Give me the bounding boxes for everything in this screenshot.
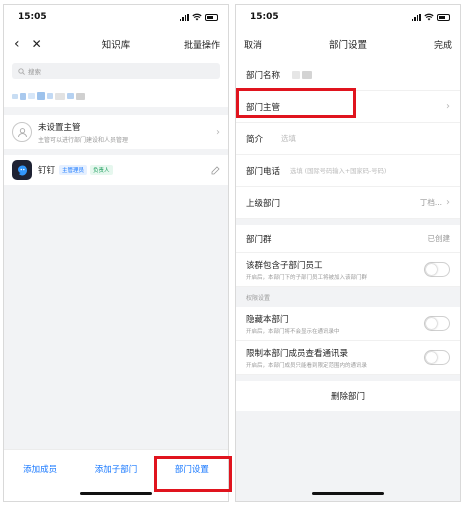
restrict-contacts-row: 限制本部门成员查看通讯录 开启后，本部门成员只能看到限定范围内的通讯录 xyxy=(236,341,460,375)
parent-dept-value: 丁档... xyxy=(419,198,442,207)
include-subdept-title: 该群包含子部门员工 xyxy=(246,260,323,271)
battery-icon xyxy=(205,13,218,21)
restrict-contacts-toggle[interactable] xyxy=(424,350,450,365)
status-bar: 15:05 xyxy=(236,5,460,29)
nav-bar: 取消 部门设置 完成 xyxy=(236,29,460,59)
breadcrumb xyxy=(4,85,228,107)
privacy-section-header: 权限设置 xyxy=(236,287,460,307)
intro-label: 简介 xyxy=(246,134,264,145)
person-icon xyxy=(17,127,27,137)
edit-icon[interactable] xyxy=(211,165,220,175)
home-indicator xyxy=(80,492,152,495)
include-subdept-desc: 开启后，本部门下的子部门员工将被加入该部门群 xyxy=(246,274,368,281)
hide-dept-title: 隐藏本部门 xyxy=(246,314,289,325)
avatar-placeholder xyxy=(12,122,32,142)
batch-operation-button[interactable]: 批量操作 xyxy=(184,38,220,51)
highlight-dept-settings xyxy=(154,456,232,492)
privacy-section-title: 权限设置 xyxy=(246,294,271,302)
include-subdept-row: 该群包含子部门员工 开启后，本部门下的子部门员工将被加入该部门群 xyxy=(236,253,460,287)
dept-name-label: 部门名称 xyxy=(246,70,281,81)
include-subdept-toggle[interactable] xyxy=(424,262,450,277)
status-bar: 15:05 xyxy=(4,5,228,29)
dept-phone-placeholder: 选填 (国际号码输入+国家码-号码) xyxy=(290,168,387,175)
dept-page-screen: 15:05 ‹ ✕ 知识库 批量操作 搜索 未设置主管 主管可以进行部门建设和人… xyxy=(3,4,229,502)
status-time: 15:05 xyxy=(250,12,279,22)
restrict-contacts-desc: 开启后，本部门成员只能看到限定范围内的通讯录 xyxy=(246,362,368,369)
dingtalk-logo-icon xyxy=(12,160,32,180)
dept-settings-screen: 15:05 取消 部门设置 完成 部门名称 部门主管 › 简介 选填 部门电话 … xyxy=(235,4,461,502)
manager-card[interactable]: 未设置主管 主管可以进行部门建设和人员管理 › xyxy=(4,115,228,149)
cancel-button[interactable]: 取消 xyxy=(244,38,262,51)
signal-icon xyxy=(411,13,421,21)
role-badge-admin: 主管理员 xyxy=(59,165,88,175)
home-indicator xyxy=(312,492,384,495)
chevron-right-icon: › xyxy=(446,197,450,208)
add-member-button[interactable]: 添加成员 xyxy=(4,463,76,475)
hide-dept-desc: 开启后，本部门将不会显示在通讯录中 xyxy=(246,328,340,335)
chevron-right-icon: › xyxy=(216,126,220,138)
manager-title: 未设置主管 xyxy=(38,122,81,133)
highlight-dept-manager xyxy=(236,88,356,118)
dept-name-row[interactable]: 部门名称 xyxy=(236,59,460,91)
search-icon xyxy=(18,67,25,75)
parent-dept-label: 上级部门 xyxy=(246,198,281,209)
wifi-icon xyxy=(424,13,434,21)
dept-group-row: 部门群 已创建 xyxy=(236,225,460,253)
parent-dept-row[interactable]: 上级部门 丁档... › xyxy=(236,187,460,219)
dept-phone-label: 部门电话 xyxy=(246,166,281,177)
role-badge-owner: 负责人 xyxy=(90,165,113,175)
page-title: 部门设置 xyxy=(328,40,367,51)
member-row[interactable]: 钉钉 主管理员 负责人 xyxy=(4,155,228,185)
dept-phone-row[interactable]: 部门电话 选填 (国际号码输入+国家码-号码) xyxy=(236,155,460,187)
hide-dept-row: 隐藏本部门 开启后，本部门将不会显示在通讯录中 xyxy=(236,307,460,341)
intro-row[interactable]: 简介 选填 xyxy=(236,123,460,155)
close-icon[interactable]: ✕ xyxy=(32,38,42,50)
nav-bar: ‹ ✕ 知识库 批量操作 xyxy=(4,29,228,59)
member-name: 钉钉 xyxy=(38,166,56,176)
dept-name-value xyxy=(292,70,313,79)
delete-dept-label: 删除部门 xyxy=(330,392,365,402)
done-button[interactable]: 完成 xyxy=(434,38,452,51)
wifi-icon xyxy=(192,13,202,21)
hide-dept-toggle[interactable] xyxy=(424,316,450,331)
intro-placeholder: 选填 xyxy=(281,134,297,143)
delete-dept-button[interactable]: 删除部门 xyxy=(236,381,460,411)
add-subdept-button[interactable]: 添加子部门 xyxy=(76,463,155,475)
dept-group-label: 部门群 xyxy=(246,234,272,245)
back-icon[interactable]: ‹ xyxy=(14,37,20,51)
manager-subtitle: 主管可以进行部门建设和人员管理 xyxy=(38,136,129,144)
status-time: 15:05 xyxy=(18,12,47,22)
battery-icon xyxy=(437,13,450,21)
search-placeholder: 搜索 xyxy=(28,68,41,76)
restrict-contacts-title: 限制本部门成员查看通讯录 xyxy=(246,348,349,359)
search-input[interactable]: 搜索 xyxy=(12,63,220,79)
dept-group-status: 已创建 xyxy=(427,234,451,243)
signal-icon xyxy=(179,13,189,21)
chevron-right-icon: › xyxy=(446,101,450,112)
